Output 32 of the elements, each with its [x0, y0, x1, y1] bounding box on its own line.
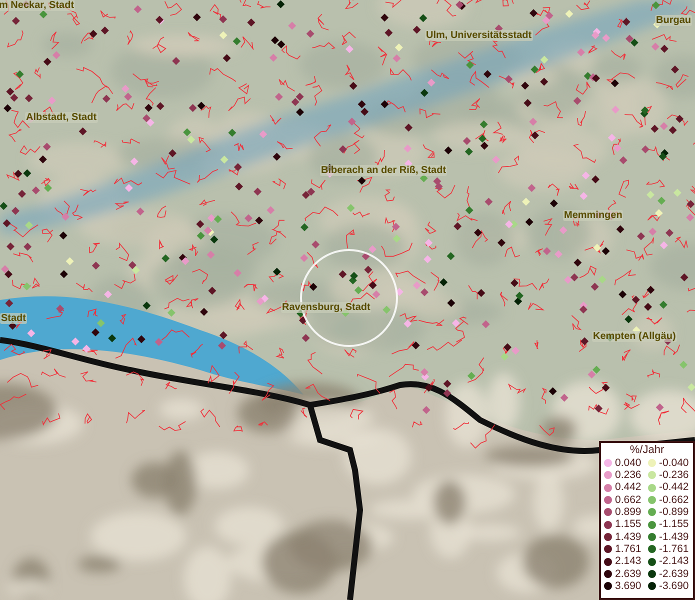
legend-value: -0.442	[659, 482, 689, 493]
place-label: Memmingen	[563, 210, 624, 221]
legend-value: 2.639	[615, 568, 642, 580]
legend-value: -3.690	[659, 580, 689, 592]
legend-value: 2.143	[615, 556, 642, 567]
legend-value: 0.236	[615, 470, 642, 481]
legend-value: -0.236	[659, 470, 689, 481]
place-label: Burgau	[655, 15, 692, 26]
place-label: Kempten (Allgäu)	[592, 331, 677, 342]
legend-value: 0.899	[615, 507, 642, 518]
place-label: Ravensburg, Stadt	[281, 302, 372, 313]
legend-value: 0.040	[615, 458, 642, 468]
legend-value: 3.690	[615, 580, 642, 592]
legend-value: 1.439	[615, 532, 642, 542]
legend-value: -0.662	[659, 494, 689, 506]
legend-value: -1.761	[659, 544, 689, 554]
legend-value: -0.899	[659, 507, 689, 518]
place-label: Ulm, Universitätsstadt	[425, 30, 533, 41]
legend-value: -2.143	[659, 556, 689, 567]
legend-value: 0.442	[615, 482, 642, 493]
legend-value: -1.439	[659, 532, 689, 542]
place-label: Albstadt, Stadt	[25, 112, 98, 123]
legend-value: 1.155	[615, 519, 642, 530]
legend-value: -1.155	[659, 519, 689, 530]
legend-value: -2.639	[659, 568, 689, 580]
legend-value: -0.040	[659, 458, 689, 468]
legend-value: 0.662	[615, 494, 642, 506]
legend-value: 1.761	[615, 544, 642, 554]
place-label: m Neckar, Stadt	[0, 0, 76, 11]
legend-title: %/Jahr	[628, 444, 666, 457]
place-label: Stadt	[0, 313, 27, 324]
place-label: Biberach an der Riß, Stadt	[320, 165, 448, 176]
